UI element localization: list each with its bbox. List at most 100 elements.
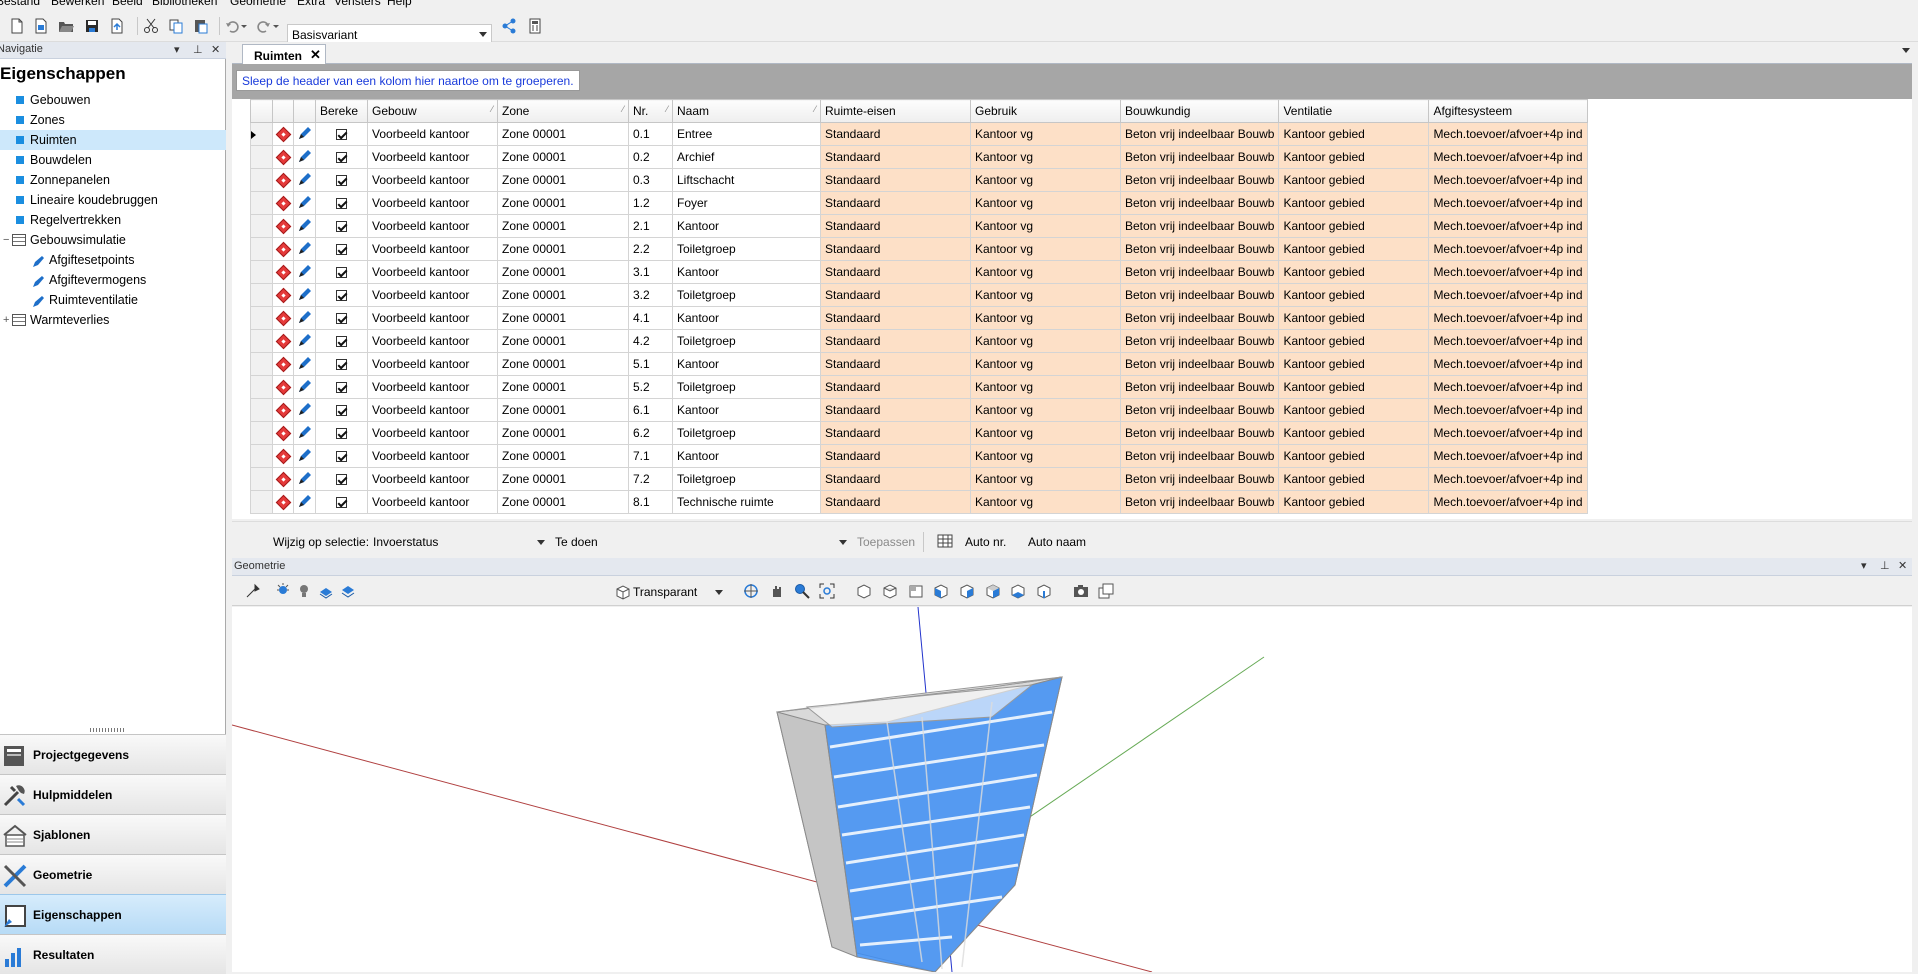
- cell-ruimte-eisen[interactable]: Standaard: [820, 421, 971, 445]
- cell-gebouw[interactable]: Voorbeeld kantoor: [367, 444, 498, 468]
- cell-ruimte-eisen[interactable]: Standaard: [820, 352, 971, 376]
- table-row[interactable]: Voorbeeld kantoor Zone 00001 5.2 Toiletgroe…: [250, 375, 1588, 399]
- expand-icon[interactable]: +: [3, 310, 9, 330]
- share-variant-icon[interactable]: [500, 17, 518, 35]
- menu-bewerken[interactable]: Bewerken: [51, 0, 104, 8]
- row-indicator[interactable]: [250, 260, 273, 284]
- cell-ventilatie[interactable]: Kantoor gebied: [1278, 306, 1430, 330]
- table-row[interactable]: Voorbeeld kantoor Zone 00001 3.2 Toiletgroe…: [250, 283, 1588, 307]
- cell-naam[interactable]: Liftschacht: [672, 168, 821, 192]
- checkbox[interactable]: [336, 152, 347, 164]
- cell-gebruik[interactable]: Kantoor vg: [970, 122, 1121, 146]
- cell-ventilatie[interactable]: Kantoor gebied: [1278, 421, 1430, 445]
- cell-ventilatie[interactable]: Kantoor gebied: [1278, 122, 1430, 146]
- cell-afgiftesysteem[interactable]: Mech.toevoer/afvoer+4p ind: [1428, 145, 1588, 169]
- auto-naam-button[interactable]: Auto naam: [1028, 535, 1086, 549]
- cell-bouwkundig[interactable]: Beton vrij indeelbaar Bouwb: [1119, 214, 1280, 238]
- checkbox[interactable]: [336, 290, 347, 302]
- status-cell[interactable]: [272, 467, 294, 491]
- table-row[interactable]: Voorbeeld kantoor Zone 00001 1.2 Foyer Stand…: [250, 191, 1588, 215]
- cell-afgiftesysteem[interactable]: Mech.toevoer/afvoer+4p ind: [1428, 421, 1588, 445]
- cell-gebouw[interactable]: Voorbeeld kantoor: [367, 168, 498, 192]
- cell-bouwkundig[interactable]: Beton vrij indeelbaar Bouwb: [1119, 168, 1280, 192]
- cell-gebouw[interactable]: Voorbeeld kantoor: [367, 214, 498, 238]
- select-tool-icon[interactable]: [245, 583, 263, 601]
- calculate-checkbox[interactable]: [315, 444, 368, 468]
- cell-ruimte-eisen[interactable]: Standaard: [820, 191, 971, 215]
- close-panel-icon[interactable]: ✕: [1898, 559, 1907, 572]
- cell-nr[interactable]: 3.1: [628, 260, 673, 284]
- zoom-extents-icon[interactable]: [819, 583, 837, 601]
- menu-geometrie[interactable]: Geometrie: [230, 0, 286, 8]
- tree-item-ruimteventilatie[interactable]: Ruimteventilatie: [0, 290, 226, 310]
- status-cell[interactable]: [272, 352, 294, 376]
- cell-zone[interactable]: Zone 00001: [497, 306, 629, 330]
- export-icon[interactable]: [108, 17, 126, 35]
- bulb-icon[interactable]: [296, 583, 314, 601]
- edit-cell[interactable]: [293, 352, 316, 376]
- pin-icon[interactable]: ⊥: [193, 43, 203, 56]
- menu-help[interactable]: Help: [387, 0, 412, 8]
- screenshot-camera-icon[interactable]: [1073, 583, 1091, 601]
- tree-item-afgiftevermogens[interactable]: Afgiftevermogens: [0, 270, 226, 290]
- edit-cell[interactable]: [293, 467, 316, 491]
- column-header-afgiftesysteem[interactable]: Afgiftesysteem: [1428, 99, 1588, 123]
- cell-gebouw[interactable]: Voorbeeld kantoor: [367, 467, 498, 491]
- row-indicator[interactable]: [250, 168, 273, 192]
- close-panel-icon[interactable]: ✕: [211, 43, 220, 56]
- cell-afgiftesysteem[interactable]: Mech.toevoer/afvoer+4p ind: [1428, 398, 1588, 422]
- checkbox[interactable]: [336, 405, 347, 417]
- column-header-ruimte-eisen[interactable]: Ruimte-eisen: [820, 99, 971, 123]
- open-folder-icon[interactable]: [57, 17, 75, 35]
- checkbox[interactable]: [336, 221, 347, 233]
- view-right-icon[interactable]: [959, 583, 977, 601]
- table-row[interactable]: Voorbeeld kantoor Zone 00001 6.2 Toiletgroe…: [250, 421, 1588, 445]
- cell-afgiftesysteem[interactable]: Mech.toevoer/afvoer+4p ind: [1428, 467, 1588, 491]
- cell-ruimte-eisen[interactable]: Standaard: [820, 283, 971, 307]
- table-row[interactable]: Voorbeeld kantoor Zone 00001 0.3 Liftschach…: [250, 168, 1588, 192]
- cell-naam[interactable]: Toiletgroep: [672, 237, 821, 261]
- paste-icon[interactable]: [192, 17, 210, 35]
- cell-ventilatie[interactable]: Kantoor gebied: [1278, 237, 1430, 261]
- cell-zone[interactable]: Zone 00001: [497, 421, 629, 445]
- row-indicator[interactable]: [250, 283, 273, 307]
- edit-cell[interactable]: [293, 329, 316, 353]
- tree-item-lineaire-koudebruggen[interactable]: Lineaire koudebruggen: [0, 190, 226, 210]
- calculate-checkbox[interactable]: [315, 352, 368, 376]
- calculate-checkbox[interactable]: [315, 467, 368, 491]
- cell-zone[interactable]: Zone 00001: [497, 122, 629, 146]
- cell-ventilatie[interactable]: Kantoor gebied: [1278, 191, 1430, 215]
- tree-item-afgiftesetpoints[interactable]: Afgiftesetpoints: [0, 250, 226, 270]
- cell-zone[interactable]: Zone 00001: [497, 283, 629, 307]
- cell-naam[interactable]: Toiletgroep: [672, 375, 821, 399]
- status-column-header[interactable]: [272, 99, 294, 123]
- column-header-zone[interactable]: Zone ⁄: [497, 99, 629, 123]
- cell-bouwkundig[interactable]: Beton vrij indeelbaar Bouwb: [1119, 122, 1280, 146]
- cell-afgiftesysteem[interactable]: Mech.toevoer/afvoer+4p ind: [1428, 490, 1588, 514]
- cell-afgiftesysteem[interactable]: Mech.toevoer/afvoer+4p ind: [1428, 260, 1588, 284]
- cell-gebruik[interactable]: Kantoor vg: [970, 444, 1121, 468]
- status-cell[interactable]: [272, 490, 294, 514]
- view-perspective-icon[interactable]: [1036, 583, 1054, 601]
- menu-vensters[interactable]: Vensters: [334, 0, 381, 8]
- tree-item-gebouwsimulatie[interactable]: − Gebouwsimulatie: [0, 230, 226, 250]
- cell-gebruik[interactable]: Kantoor vg: [970, 214, 1121, 238]
- cell-bouwkundig[interactable]: Beton vrij indeelbaar Bouwb: [1119, 145, 1280, 169]
- cell-ruimte-eisen[interactable]: Standaard: [820, 490, 971, 514]
- cell-naam[interactable]: Kantoor: [672, 260, 821, 284]
- cell-bouwkundig[interactable]: Beton vrij indeelbaar Bouwb: [1119, 398, 1280, 422]
- edit-cell[interactable]: [293, 490, 316, 514]
- checkbox[interactable]: [336, 129, 347, 141]
- cell-ruimte-eisen[interactable]: Standaard: [820, 329, 971, 353]
- splitter-grip[interactable]: [90, 728, 126, 732]
- view-iso-icon[interactable]: [856, 583, 874, 601]
- tree-item-gebouwen[interactable]: Gebouwen: [0, 90, 226, 110]
- status-cell[interactable]: [272, 260, 294, 284]
- cell-zone[interactable]: Zone 00001: [497, 398, 629, 422]
- cell-gebruik[interactable]: Kantoor vg: [970, 375, 1121, 399]
- cell-bouwkundig[interactable]: Beton vrij indeelbaar Bouwb: [1119, 191, 1280, 215]
- row-indicator[interactable]: [250, 444, 273, 468]
- cell-gebruik[interactable]: Kantoor vg: [970, 191, 1121, 215]
- cell-ventilatie[interactable]: Kantoor gebied: [1278, 260, 1430, 284]
- cell-gebruik[interactable]: Kantoor vg: [970, 168, 1121, 192]
